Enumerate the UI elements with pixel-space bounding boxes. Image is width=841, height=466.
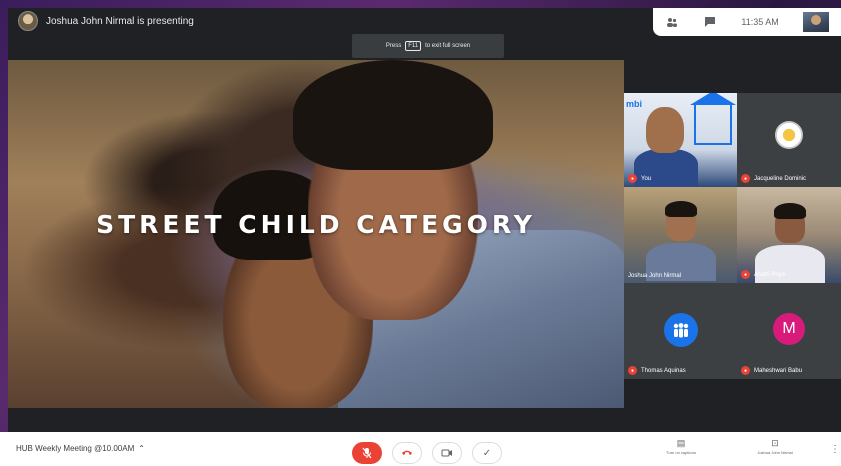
presenter-banner: Joshua John Nirmal is presenting xyxy=(18,10,194,32)
end-call-button[interactable] xyxy=(392,442,422,464)
participant-tile-arathi[interactable]: ● Arathi Priya xyxy=(737,187,841,283)
meeting-details-button[interactable]: HUB Weekly Meeting @10.00AM ⌃ xyxy=(16,444,145,453)
self-view-thumbnail[interactable] xyxy=(802,12,829,32)
group-avatar-icon xyxy=(664,313,698,347)
fullscreen-hint-before: Press xyxy=(385,43,402,49)
mic-off-icon: ● xyxy=(741,270,750,279)
captions-label: Turn on captions xyxy=(666,450,696,455)
presenting-label: Joshua John Nirmal xyxy=(757,450,793,455)
mic-off-icon xyxy=(362,447,372,459)
present-screen-icon: ⊡ xyxy=(771,438,779,448)
participant-name: ● Jacqueline Dominic xyxy=(741,174,806,183)
top-right-toolbar: 11:35 AM xyxy=(653,8,841,36)
fullscreen-hint-key: F11 xyxy=(405,41,422,51)
checkmark-icon: ✓ xyxy=(482,447,492,459)
captions-button[interactable]: ▤ Turn on captions xyxy=(650,438,712,455)
call-controls: ✓ xyxy=(352,442,502,464)
participant-initial-avatar: M xyxy=(773,313,805,345)
camera-icon xyxy=(441,449,452,457)
participant-name: Joshua John Nirmal xyxy=(628,273,681,279)
participant-name-text: Jacqueline Dominic xyxy=(754,175,807,182)
fullscreen-hint-after: to exit full screen xyxy=(425,43,471,49)
participant-name-text: Thomas Aquinas xyxy=(641,367,686,374)
participant-name: ● You xyxy=(628,174,651,183)
presenter-text: Joshua John Nirmal is presenting xyxy=(46,15,194,27)
participant-tile-joshua[interactable]: Joshua John Nirmal xyxy=(624,187,737,283)
bottom-control-bar: HUB Weekly Meeting @10.00AM ⌃ ✓ ▤ Turn o… xyxy=(0,432,841,466)
fullscreen-hint: Press F11 to exit full screen xyxy=(352,34,504,58)
mic-off-icon: ● xyxy=(741,366,750,375)
participant-name: ● Thomas Aquinas xyxy=(628,366,686,375)
participant-name-text: Maheshwari Babu xyxy=(754,367,803,374)
captions-icon: ▤ xyxy=(676,438,686,448)
chat-icon[interactable] xyxy=(703,15,717,29)
mic-off-icon: ● xyxy=(741,174,750,183)
phone-hangup-icon xyxy=(402,450,412,455)
mic-off-icon: ● xyxy=(628,366,637,375)
emblem-icon xyxy=(775,121,803,149)
house-logo-icon xyxy=(690,93,736,145)
participant-tile-you[interactable]: mbi ● You xyxy=(624,93,737,187)
clock-time: 11:35 AM xyxy=(741,17,779,27)
mic-off-icon: ● xyxy=(628,174,637,183)
mic-toggle-button[interactable] xyxy=(352,442,382,464)
meeting-title-text: HUB Weekly Meeting @10.00AM xyxy=(16,444,135,453)
participant-tile-thomas[interactable]: ● Thomas Aquinas xyxy=(624,283,737,379)
more-options-icon[interactable]: ⋮ xyxy=(830,444,840,455)
participant-name-text: Joshua John Nirmal xyxy=(628,273,682,279)
participant-brand-text: mbi xyxy=(626,99,643,109)
participant-hair xyxy=(774,203,806,219)
slide-photo-hair-right xyxy=(293,60,493,170)
participant-tile-jacqueline[interactable]: ● Jacqueline Dominic xyxy=(737,93,841,187)
chevron-up-icon: ⌃ xyxy=(138,444,145,453)
participant-name: ● Arathi Priya xyxy=(741,270,785,279)
slide-title: STREET CHILD CATEGORY xyxy=(96,210,536,239)
participant-name-text: You xyxy=(641,175,652,182)
presenter-avatar xyxy=(18,11,38,31)
people-icon[interactable] xyxy=(665,15,679,29)
presentation-slide: STREET CHILD CATEGORY xyxy=(8,60,624,408)
raise-hand-button[interactable]: ✓ xyxy=(472,442,502,464)
participant-name-text: Arathi Priya xyxy=(754,271,786,278)
presenting-button[interactable]: ⊡ Joshua John Nirmal xyxy=(744,438,806,455)
camera-toggle-button[interactable] xyxy=(432,442,462,464)
participant-face xyxy=(646,107,684,153)
participant-name: ● Maheshwari Babu xyxy=(741,366,802,375)
participant-tile-maheshwari[interactable]: M ● Maheshwari Babu xyxy=(737,283,841,379)
participant-hair xyxy=(665,201,697,217)
